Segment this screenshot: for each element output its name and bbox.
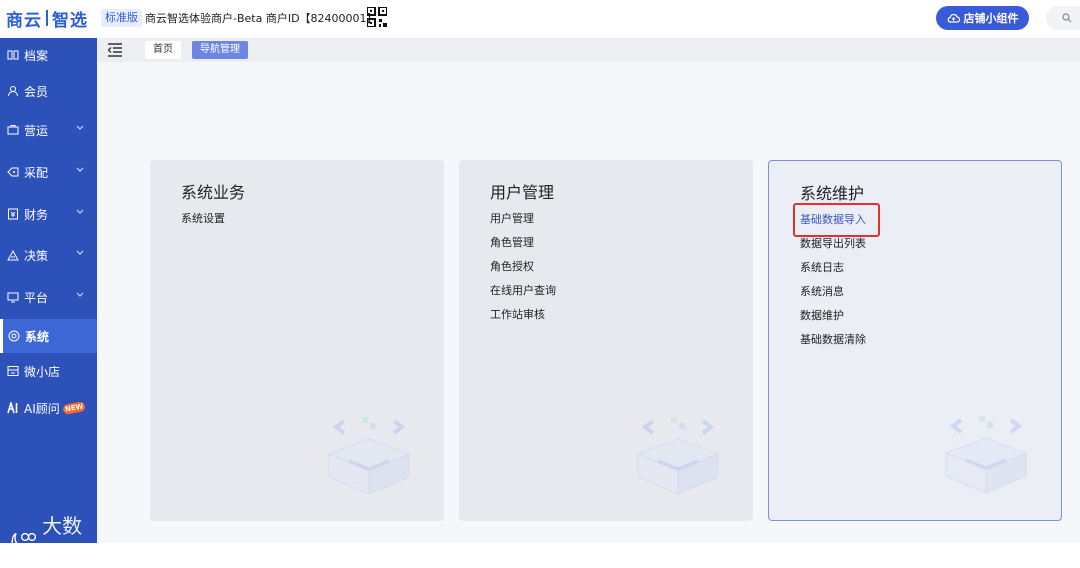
top-bar: 商云 智选 标准版 商云智选体验商户-Beta 商户ID【82400001】 店… [0, 0, 1080, 38]
decorative-box-illustration [327, 417, 411, 495]
finance-icon [7, 208, 19, 220]
sidebar-item-label: 采配 [24, 165, 49, 180]
sidebar-item-operations[interactable]: 营运 [0, 113, 97, 147]
link-online-user-query[interactable]: 在线用户查询 [490, 282, 556, 306]
link-basic-data-clear[interactable]: 基础数据清除 [800, 331, 866, 355]
sidebar-item-label: 档案 [24, 48, 49, 63]
ai-icon [7, 402, 19, 414]
sidebar-item-platform[interactable]: 平台 [0, 280, 97, 314]
sidebar-item-label: 系统 [25, 329, 50, 344]
card-title: 用户管理 [490, 183, 555, 202]
decorative-box-illustration [636, 417, 720, 495]
sidebar-item-label: 会员 [24, 84, 49, 99]
chevron-down-icon [76, 167, 84, 172]
link-system-messages[interactable]: 系统消息 [800, 283, 866, 307]
card-system-business: 系统业务 系统设置 [150, 160, 444, 521]
sidebar-item-mini-shop[interactable]: 微小店 [0, 354, 97, 388]
sidebar-item-decision[interactable]: 决策 [0, 238, 97, 272]
sidebar-item-label: 营运 [24, 123, 49, 138]
user-icon [7, 85, 19, 97]
shop-widget-label: 店铺小组件 [963, 12, 1019, 25]
brand-separator [46, 10, 48, 26]
link-role-authorization[interactable]: 角色授权 [490, 258, 556, 282]
cloud-icon [947, 13, 960, 23]
watermark-logo-icon [11, 532, 37, 546]
mini-shop-icon [7, 365, 19, 377]
chevron-down-icon [76, 292, 84, 297]
link-user-management[interactable]: 用户管理 [490, 210, 556, 234]
sidebar-item-archive[interactable]: 档案 [0, 38, 97, 72]
operations-icon [7, 124, 19, 136]
archive-icon [7, 49, 19, 61]
edition-badge: 标准版 [101, 9, 142, 27]
card-link-list: 基础数据导入 数据导出列表 系统日志 系统消息 数据维护 基础数据清除 [793, 203, 880, 355]
search-icon [1062, 13, 1072, 23]
sidebar-item-label: 微小店 [24, 364, 61, 379]
chevron-down-icon [76, 125, 84, 130]
sidebar-item-members[interactable]: 会员 [0, 74, 97, 108]
app-logo[interactable]: 商云 智选 [6, 8, 88, 31]
sidebar-item-finance[interactable]: 财务 [0, 197, 97, 231]
link-system-settings[interactable]: 系统设置 [181, 210, 225, 234]
card-system-maintenance: 系统维护 基础数据导入 数据导出列表 系统日志 系统消息 数据维护 基础数据清除 [768, 160, 1062, 521]
new-badge: NEW [62, 401, 86, 415]
main-content: 系统业务 系统设置 用户管理 用户管理 角色管理 角色授权 在线用户查询 工作站… [97, 62, 1080, 543]
decorative-box-illustration [944, 416, 1028, 494]
card-title: 系统业务 [181, 183, 246, 202]
tab-strip: 首页 导航管理 [97, 38, 1080, 62]
menu-collapse-icon[interactable] [107, 42, 123, 58]
link-system-log[interactable]: 系统日志 [800, 259, 866, 283]
card-link-list: 用户管理 角色管理 角色授权 在线用户查询 工作站审核 [490, 210, 556, 330]
sidebar-item-label: 决策 [24, 248, 49, 263]
watermark-text: 大数跨境 [42, 514, 83, 567]
link-basic-data-import[interactable]: 基础数据导入 [793, 203, 880, 237]
watermark: 大数跨境 [10, 510, 97, 568]
link-data-export-list[interactable]: 数据导出列表 [800, 235, 866, 259]
link-data-maintenance[interactable]: 数据维护 [800, 307, 866, 331]
system-icon [8, 330, 20, 342]
card-user-management: 用户管理 用户管理 角色管理 角色授权 在线用户查询 工作站审核 [459, 160, 753, 521]
brand-name-right: 智选 [52, 10, 88, 31]
chevron-down-icon [76, 250, 84, 255]
sidebar: 档案 会员 营运 采配 财务 决策 平台 系统 微小店 AI顾问 NEW 大数跨… [0, 38, 97, 567]
card-link-list: 系统设置 [181, 210, 225, 234]
sidebar-item-system[interactable]: 系统 [0, 319, 97, 353]
tab-home[interactable]: 首页 [145, 41, 181, 59]
sidebar-item-ai[interactable]: AI顾问 NEW [0, 391, 97, 425]
sidebar-item-label: 财务 [24, 207, 49, 222]
tab-navigation-management[interactable]: 导航管理 [192, 41, 248, 59]
merchant-info: 商云智选体验商户-Beta 商户ID【82400001】 [145, 12, 378, 25]
link-role-management[interactable]: 角色管理 [490, 234, 556, 258]
platform-icon [7, 291, 19, 303]
purchase-icon [7, 166, 19, 178]
link-workstation-review[interactable]: 工作站审核 [490, 306, 556, 330]
qr-code-icon[interactable] [367, 7, 387, 27]
brand-name-left: 商云 [6, 10, 42, 31]
shop-widget-button[interactable]: 店铺小组件 [936, 6, 1029, 30]
sidebar-item-purchase[interactable]: 采配 [0, 155, 97, 189]
chevron-down-icon [76, 209, 84, 214]
sidebar-item-label: 平台 [24, 290, 49, 305]
decision-icon [7, 249, 19, 261]
card-title: 系统维护 [800, 184, 865, 203]
sidebar-item-label: AI顾问 [24, 401, 60, 416]
search-box[interactable] [1046, 6, 1080, 30]
